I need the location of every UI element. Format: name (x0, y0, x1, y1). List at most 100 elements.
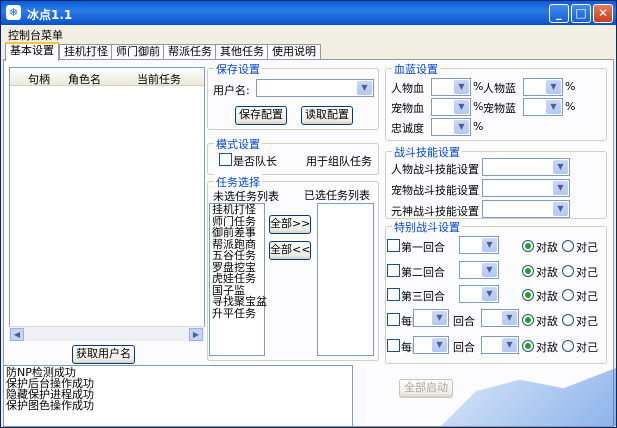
chevron-down-icon[interactable]: ▼ (546, 80, 561, 94)
tab-other-tasks[interactable]: 其他任务 (215, 44, 269, 60)
tab-basic-settings[interactable]: 基本设置 (5, 42, 59, 61)
person-mp-select[interactable]: ▼ (523, 78, 563, 96)
chevron-down-icon[interactable]: ▼ (454, 120, 469, 134)
get-username-button[interactable]: 获取用户名 (72, 345, 135, 364)
every2-self-radio[interactable] (562, 340, 574, 352)
chevron-down-icon[interactable]: ▼ (553, 160, 568, 174)
person-mp-label: 人物蓝 (483, 82, 516, 95)
list-item[interactable]: 御前差事 (210, 227, 264, 239)
chevron-down-icon[interactable]: ▼ (482, 263, 497, 277)
every-n-select-2[interactable]: ▼ (413, 336, 449, 354)
list-item[interactable]: 寻找聚宝盆 (210, 296, 267, 308)
list-item[interactable]: 挂机打怪 (210, 204, 264, 216)
percent-label: % (565, 80, 576, 93)
col-current-task[interactable]: 当前任务 (137, 71, 181, 87)
col-handle[interactable]: 句柄 (28, 71, 50, 87)
status-log[interactable]: 防NP检测成功 保护后台操作成功 隐藏保护进程成功 保护图色操作成功 (3, 365, 353, 427)
username-select[interactable]: ▼ (256, 79, 374, 97)
menu-console[interactable]: 控制台菜单 (8, 27, 63, 43)
chevron-down-icon[interactable]: ▼ (546, 100, 561, 114)
chevron-down-icon[interactable]: ▼ (482, 287, 497, 301)
save-settings-group: 保存设置 (207, 61, 379, 130)
every-n-select-1[interactable]: ▼ (413, 309, 449, 327)
every-n-checkbox-2[interactable] (387, 339, 400, 352)
chevron-down-icon[interactable]: ▼ (553, 181, 568, 195)
minimize-button[interactable]: _ (549, 4, 569, 23)
tab-instructions[interactable]: 使用说明 (267, 44, 321, 60)
round3-select[interactable]: ▼ (459, 285, 499, 303)
person-hp-select[interactable]: ▼ (431, 78, 471, 96)
load-config-button[interactable]: 读取配置 (301, 106, 353, 125)
person-skill-select[interactable]: ▼ (482, 158, 570, 176)
menu-bar: 控制台菜单 (1, 25, 616, 42)
start-all-button[interactable]: 全部启动 (399, 379, 453, 398)
chevron-down-icon[interactable]: ▼ (357, 81, 372, 95)
round1-checkbox[interactable] (387, 239, 400, 252)
self-label: 对己 (576, 241, 598, 254)
round2-label: 第二回合 (401, 266, 445, 279)
round3-checkbox[interactable] (387, 288, 400, 301)
battle-skill-legend: 战斗技能设置 (392, 144, 462, 160)
round2-self-radio[interactable] (562, 265, 574, 277)
list-item[interactable]: 升平任务 (210, 307, 264, 320)
loyalty-select[interactable]: ▼ (431, 118, 471, 136)
chevron-down-icon[interactable]: ▼ (432, 338, 447, 352)
every-n-action-select-2[interactable]: ▼ (481, 336, 519, 354)
round2-enemy-radio[interactable] (522, 265, 534, 277)
round3-self-radio[interactable] (562, 289, 574, 301)
every-n-checkbox-1[interactable] (387, 313, 400, 326)
chevron-down-icon[interactable]: ▼ (454, 100, 469, 114)
round1-select[interactable]: ▼ (459, 236, 499, 254)
is-leader-checkbox[interactable] (219, 153, 232, 166)
pet-skill-select[interactable]: ▼ (482, 179, 570, 197)
chevron-down-icon[interactable]: ▼ (502, 338, 517, 352)
save-config-button[interactable]: 保存配置 (235, 106, 287, 125)
chevron-down-icon[interactable]: ▼ (502, 311, 517, 325)
account-list[interactable]: 句柄 角色名 当前任务 (9, 67, 205, 341)
round1-enemy-radio[interactable] (522, 240, 534, 252)
every1-enemy-radio[interactable] (522, 314, 534, 326)
every1-self-radio[interactable] (562, 314, 574, 326)
round2-checkbox[interactable] (387, 264, 400, 277)
close-button[interactable]: ✕ (593, 4, 613, 23)
maximize-button[interactable]: □ (571, 4, 591, 23)
percent-label: % (473, 120, 484, 133)
spirit-skill-label: 元神战斗技能设置 (391, 205, 479, 218)
app-icon: ❄ (6, 5, 21, 20)
col-role-name[interactable]: 角色名 (68, 71, 101, 87)
list-item[interactable]: 五谷任务 (210, 250, 264, 262)
self-label: 对己 (576, 266, 598, 279)
pet-skill-label: 宠物战斗技能设置 (391, 184, 479, 197)
title-bar[interactable]: ❄ 冰点1.1 _ □ ✕ (1, 1, 616, 25)
round3-enemy-radio[interactable] (522, 289, 534, 301)
person-hp-label: 人物血 (391, 82, 424, 95)
every2-enemy-radio[interactable] (522, 340, 534, 352)
chevron-down-icon[interactable]: ▼ (454, 80, 469, 94)
pet-mp-select[interactable]: ▼ (523, 98, 563, 116)
round2-select[interactable]: ▼ (459, 261, 499, 279)
tab-school-palace[interactable]: 师门御前 (111, 44, 165, 60)
scroll-right-icon[interactable]: ▶ (189, 328, 203, 341)
tab-guild-tasks[interactable]: 帮派任务 (163, 44, 217, 60)
unselected-task-list[interactable]: 挂机打怪 师门任务 御前差事 帮派跑商 五谷任务 罗盘挖宝 虎娃任务 国子监 寻… (209, 203, 267, 356)
loyalty-label: 忠诚度 (391, 122, 424, 135)
spirit-skill-select[interactable]: ▼ (482, 200, 570, 218)
add-all-button[interactable]: 全部>> (269, 215, 311, 234)
unselected-tasks-label: 未选任务列表 (213, 190, 279, 203)
scroll-left-icon[interactable]: ◀ (10, 328, 24, 341)
pet-hp-select[interactable]: ▼ (431, 98, 471, 116)
percent-label: % (565, 100, 576, 113)
list-item[interactable]: 虎娃任务 (210, 273, 264, 285)
list-hscrollbar[interactable]: ◀ ▶ (9, 326, 205, 341)
save-settings-legend: 保存设置 (214, 61, 262, 77)
self-label: 对己 (576, 290, 598, 303)
round1-self-radio[interactable] (562, 240, 574, 252)
chevron-down-icon[interactable]: ▼ (482, 238, 497, 252)
every-n-action-select-1[interactable]: ▼ (481, 309, 519, 327)
selected-task-list[interactable] (317, 203, 374, 356)
percent-label: % (473, 80, 484, 93)
chevron-down-icon[interactable]: ▼ (432, 311, 447, 325)
chevron-down-icon[interactable]: ▼ (553, 202, 568, 216)
tab-hang-monsters[interactable]: 挂机打怪 (59, 44, 113, 60)
remove-all-button[interactable]: 全部<< (269, 241, 311, 260)
